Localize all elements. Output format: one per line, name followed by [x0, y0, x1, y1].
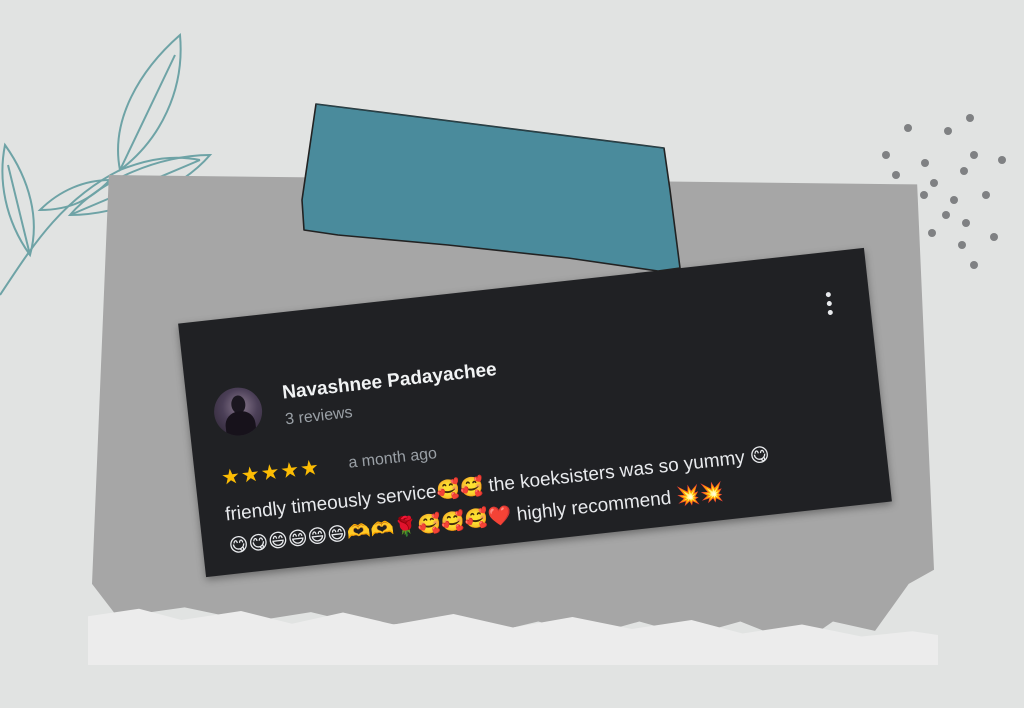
more-vert-icon[interactable] [821, 291, 838, 322]
review-time: a month ago [347, 445, 438, 472]
avatar-torso [224, 409, 258, 439]
reviewer-name[interactable]: Navashnee Padayachee [281, 359, 498, 405]
avatar[interactable] [211, 385, 265, 439]
tape-strip [301, 103, 681, 272]
star-rating: ★★★★★ [220, 456, 322, 490]
reviewer-review-count: 3 reviews [284, 404, 354, 429]
